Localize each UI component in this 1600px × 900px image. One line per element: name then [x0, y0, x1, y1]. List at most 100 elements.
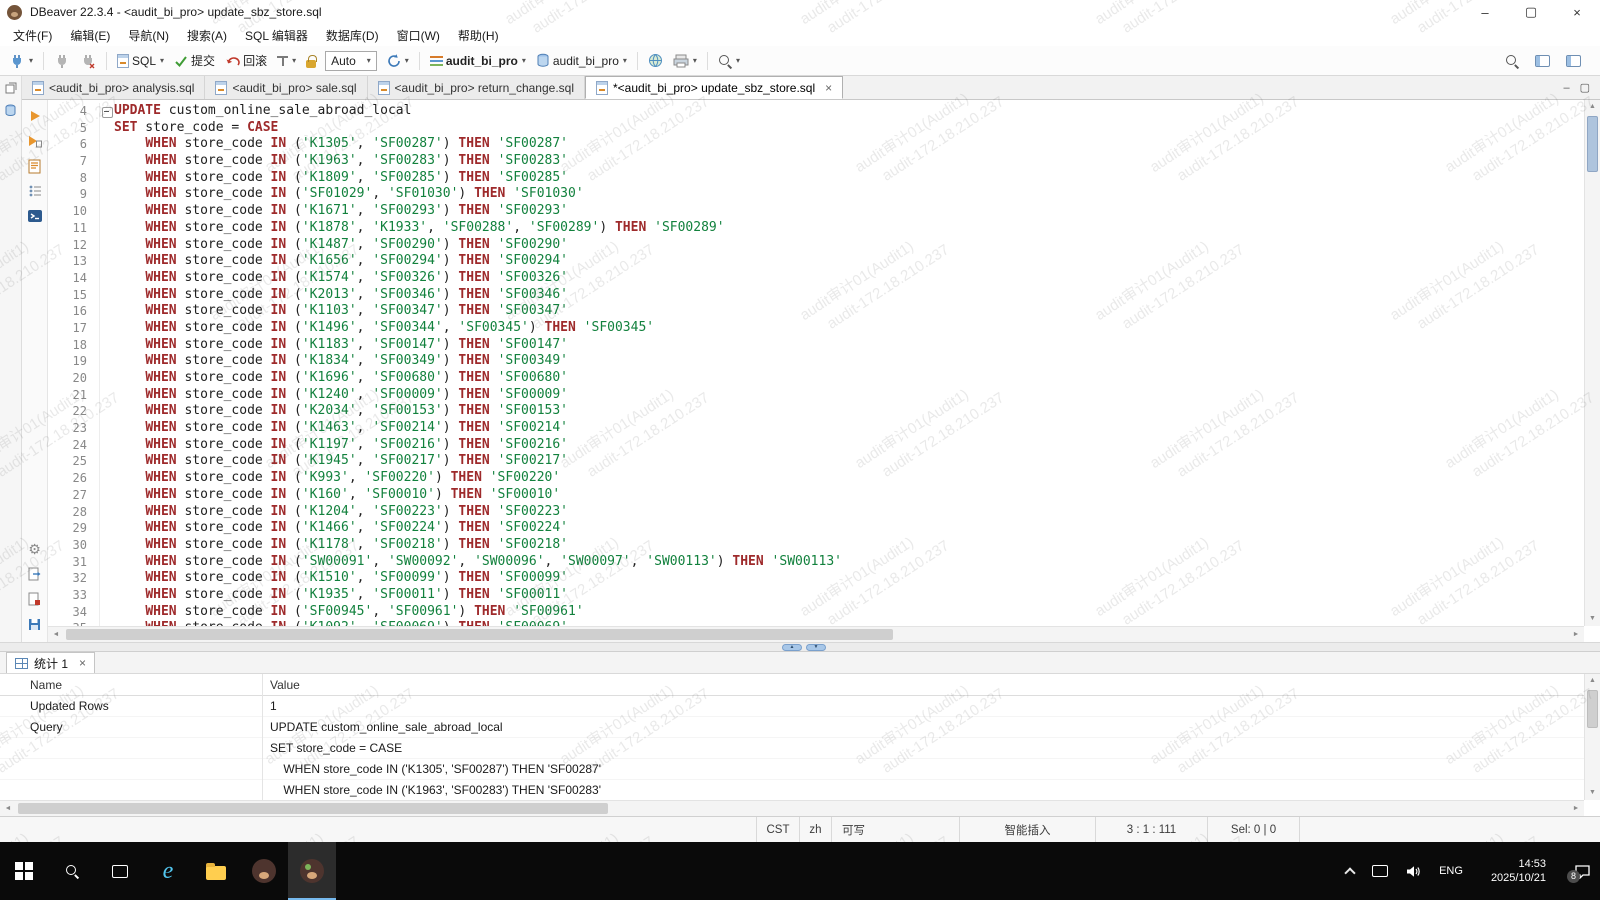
code-line[interactable]: 29 WHEN store_code IN ('K1466', 'SF00224…	[48, 520, 1584, 537]
scroll-up-icon[interactable]: ▲	[1585, 100, 1600, 114]
code-line[interactable]: 20 WHEN store_code IN ('K1696', 'SF00680…	[48, 370, 1584, 387]
scroll-down-icon[interactable]: ▼	[1585, 612, 1600, 626]
code-line[interactable]: 22 WHEN store_code IN ('K2034', 'SF00153…	[48, 403, 1584, 420]
taskbar-search-button[interactable]	[48, 842, 96, 900]
code-line[interactable]: 15 WHEN store_code IN ('K2013', 'SF00346…	[48, 287, 1584, 304]
code-line[interactable]: 24 WHEN store_code IN ('K1197', 'SF00216…	[48, 437, 1584, 454]
code-line[interactable]: 28 WHEN store_code IN ('K1204', 'SF00223…	[48, 504, 1584, 521]
editor-tab[interactable]: *<audit_bi_pro> update_sbz_store.sql×	[585, 76, 843, 99]
scroll-left-icon[interactable]: ◄	[0, 805, 16, 812]
splitter-up-button[interactable]: ▲	[782, 644, 802, 651]
fold-collapse-icon[interactable]	[100, 103, 114, 120]
autocommit-select[interactable]: Auto ▾	[325, 51, 377, 71]
minimize-panel-icon[interactable]: –	[1563, 82, 1569, 94]
close-tab-icon[interactable]: ×	[79, 656, 86, 670]
code-line[interactable]: 5SET store_code = CASE	[48, 120, 1584, 137]
database-navigator-button[interactable]	[4, 104, 17, 117]
export-data-button[interactable]: ▾	[669, 52, 701, 70]
volume-button[interactable]	[1397, 842, 1430, 900]
code-line[interactable]: 25 WHEN store_code IN ('K1945', 'SF00217…	[48, 453, 1584, 470]
scroll-up-icon[interactable]: ▲	[1585, 674, 1600, 688]
pinned-app-button[interactable]	[240, 842, 288, 900]
execute-statement-button[interactable]	[26, 108, 44, 124]
dbeaver-taskbar-button[interactable]	[288, 842, 336, 900]
panel-splitter[interactable]: ▲ ▼	[0, 642, 1600, 652]
stats-row[interactable]: QueryUPDATE custom_online_sale_abroad_lo…	[0, 717, 1584, 738]
code-line[interactable]: 19 WHEN store_code IN ('K1834', 'SF00349…	[48, 353, 1584, 370]
window-maximize-button[interactable]: ▢	[1508, 0, 1554, 24]
code-line[interactable]: 11 WHEN store_code IN ('K1878', 'K1933',…	[48, 220, 1584, 237]
code-line[interactable]: 31 WHEN store_code IN ('SW00091', 'SW000…	[48, 554, 1584, 571]
reconnect-button[interactable]	[50, 51, 74, 71]
code-line[interactable]: 17 WHEN store_code IN ('K1496', 'SF00344…	[48, 320, 1584, 337]
code-line[interactable]: 26 WHEN store_code IN ('K993', 'SF00220'…	[48, 470, 1584, 487]
stats-row[interactable]: WHEN store_code IN ('K1305', 'SF00287') …	[0, 759, 1584, 780]
code-line[interactable]: 8 WHEN store_code IN ('K1809', 'SF00285'…	[48, 170, 1584, 187]
execute-script-button[interactable]	[26, 158, 44, 174]
column-header-name[interactable]: Name	[0, 678, 262, 692]
tray-expand-button[interactable]	[1337, 842, 1363, 900]
internet-explorer-button[interactable]: e	[144, 842, 192, 900]
menu-item[interactable]: 导航(N)	[119, 27, 178, 44]
scroll-right-icon[interactable]: ►	[1568, 631, 1584, 638]
search-menu-button[interactable]: ▾	[714, 52, 744, 70]
code-line[interactable]: 32 WHEN store_code IN ('K1510', 'SF00099…	[48, 570, 1584, 587]
file-explorer-button[interactable]	[192, 842, 240, 900]
explain-plan-button[interactable]	[26, 183, 44, 199]
code-line[interactable]: 7 WHEN store_code IN ('K1963', 'SF00283'…	[48, 153, 1584, 170]
maximize-panel-icon[interactable]: ▢	[1580, 81, 1590, 94]
close-tab-icon[interactable]: ×	[825, 81, 832, 95]
start-button[interactable]	[0, 842, 48, 900]
clock[interactable]: 14:53 2025/10/21	[1472, 842, 1565, 900]
connection-selector[interactable]: audit_bi_pro ▾	[426, 52, 530, 70]
menu-item[interactable]: SQL 编辑器	[236, 27, 317, 44]
code-line[interactable]: 13 WHEN store_code IN ('K1656', 'SF00294…	[48, 253, 1584, 270]
code-line[interactable]: 12 WHEN store_code IN ('K1487', 'SF00290…	[48, 237, 1584, 254]
open-perspective-button[interactable]	[1562, 53, 1585, 69]
editor-tab[interactable]: <audit_bi_pro> analysis.sql	[22, 76, 205, 99]
editor-tab[interactable]: <audit_bi_pro> sale.sql	[205, 76, 367, 99]
task-view-button[interactable]	[96, 842, 144, 900]
commit-button[interactable]: 提交	[170, 50, 219, 71]
language-indicator[interactable]: ENG	[1430, 842, 1472, 900]
open-console-button[interactable]	[26, 208, 44, 224]
code-line[interactable]: 23 WHEN store_code IN ('K1463', 'SF00214…	[48, 420, 1584, 437]
transaction-log-button[interactable]: ▾	[382, 51, 413, 70]
save-script-button[interactable]	[26, 616, 44, 632]
scrollbar-thumb[interactable]	[66, 629, 893, 640]
sql-editor[interactable]: 4UPDATE custom_online_sale_abroad_local5…	[48, 100, 1584, 626]
menu-item[interactable]: 搜索(A)	[178, 27, 236, 44]
editor-tab[interactable]: <audit_bi_pro> return_change.sql	[368, 76, 585, 99]
stats-row[interactable]: SET store_code = CASE	[0, 738, 1584, 759]
new-sql-editor-button[interactable]: SQL ▾	[113, 52, 168, 70]
code-line[interactable]: 16 WHEN store_code IN ('K1103', 'SF00347…	[48, 303, 1584, 320]
rollback-button[interactable]: 回滚	[221, 50, 271, 71]
scrollbar-track[interactable]	[16, 801, 1568, 816]
column-header-value[interactable]: Value	[262, 678, 1584, 692]
menu-item[interactable]: 编辑(E)	[61, 27, 119, 44]
code-line[interactable]: 18 WHEN store_code IN ('K1183', 'SF00147…	[48, 337, 1584, 354]
save-to-file-button[interactable]	[26, 566, 44, 582]
scroll-down-icon[interactable]: ▼	[1585, 786, 1600, 800]
execute-new-tab-button[interactable]	[26, 133, 44, 149]
results-horizontal-scrollbar[interactable]: ◄ ►	[0, 800, 1584, 816]
stats-row[interactable]: WHEN store_code IN ('K1963', 'SF00283') …	[0, 780, 1584, 800]
editor-horizontal-scrollbar[interactable]: ◄ ►	[48, 626, 1584, 642]
restore-view-button[interactable]	[5, 82, 17, 94]
editor-vertical-scrollbar[interactable]: ▲ ▼	[1584, 100, 1600, 626]
transaction-mode-button[interactable]: ▾	[273, 53, 300, 69]
code-line[interactable]: 10 WHEN store_code IN ('K1671', 'SF00293…	[48, 203, 1584, 220]
scrollbar-thumb[interactable]	[18, 803, 608, 814]
scrollbar-thumb[interactable]	[1587, 116, 1598, 172]
splitter-down-button[interactable]: ▼	[806, 644, 826, 651]
code-line[interactable]: 21 WHEN store_code IN ('K1240', 'SF00009…	[48, 387, 1584, 404]
scroll-left-icon[interactable]: ◄	[48, 631, 64, 638]
code-line[interactable]: 30 WHEN store_code IN ('K1178', 'SF00218…	[48, 537, 1584, 554]
code-line[interactable]: 6 WHEN store_code IN ('K1305', 'SF00287'…	[48, 136, 1584, 153]
editor-settings-button[interactable]: ⚙	[26, 541, 44, 557]
menu-item[interactable]: 数据库(D)	[317, 27, 388, 44]
database-selector[interactable]: audit_bi_pro ▾	[532, 51, 631, 70]
code-line[interactable]: 34 WHEN store_code IN ('SF00945', 'SF009…	[48, 604, 1584, 621]
results-vertical-scrollbar[interactable]: ▲ ▼	[1584, 674, 1600, 800]
network-profile-button[interactable]	[644, 51, 667, 70]
